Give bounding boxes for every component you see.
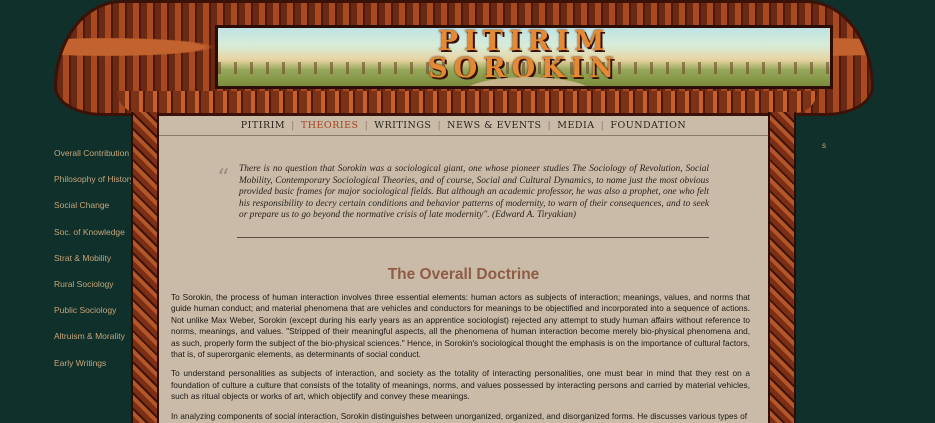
left-sidebar-nav: Overall Contribution Philosophy of Histo… <box>54 140 134 376</box>
site-title[interactable]: PITIRIM SOROKIN <box>218 28 830 82</box>
tab-theories[interactable]: THEORIES <box>295 116 365 136</box>
page-heading: The Overall Doctrine <box>387 266 540 283</box>
right-stray-text: s <box>822 141 826 150</box>
sidebar-item-social-change[interactable]: Social Change <box>54 192 134 218</box>
sidebar-item-philosophy-of-history[interactable]: Philosophy of History <box>54 166 134 192</box>
sidebar-item-altruism-morality[interactable]: Altruism & Morality <box>54 323 134 349</box>
site-title-line1: PITIRIM <box>437 26 611 57</box>
right-carved-pillar <box>768 112 796 423</box>
top-nav: PITIRIM | THEORIES | WRITINGS | NEWS & EVENTS |… <box>159 116 768 136</box>
article-body: To Sorokin, the process of human interac… <box>171 292 750 423</box>
banner-carving <box>117 91 817 113</box>
site-banner: PITIRIM SOROKIN <box>54 0 874 116</box>
tab-foundation[interactable]: FOUNDATION <box>604 116 692 136</box>
paragraph: To Sorokin, the process of human interac… <box>171 292 750 360</box>
left-carved-pillar <box>131 112 159 423</box>
sidebar-item-public-sociology[interactable]: Public Sociology <box>54 297 134 323</box>
sidebar-item-overall-contribution[interactable]: Overall Contribution <box>54 140 134 166</box>
site-title-line2: SOROKIN <box>428 53 620 84</box>
banner-landscape-painting: PITIRIM SOROKIN <box>215 25 833 89</box>
quote-mark-icon: “ <box>217 164 230 192</box>
paragraph: To understand personalities as subjects … <box>171 368 750 402</box>
tab-pitirim[interactable]: PITIRIM <box>235 116 291 136</box>
content-panel: PITIRIM | THEORIES | WRITINGS | NEWS & EVENTS |… <box>159 116 768 423</box>
tab-writings[interactable]: WRITINGS <box>368 116 437 136</box>
epigraph-quote: There is no question that Sorokin was a … <box>239 164 709 221</box>
sidebar-item-strat-mobility[interactable]: Strat & Mobility <box>54 245 134 271</box>
quote-divider <box>237 237 709 238</box>
paragraph: In analyzing components of social intera… <box>171 410 748 421</box>
sidebar-item-soc-of-knowledge[interactable]: Soc. of Knowledge <box>54 219 134 245</box>
sidebar-item-rural-sociology[interactable]: Rural Sociology <box>54 271 134 297</box>
sidebar-item-early-writings[interactable]: Early Writings <box>54 350 134 376</box>
tab-news-events[interactable]: NEWS & EVENTS <box>441 116 547 136</box>
tab-media[interactable]: MEDIA <box>551 116 600 136</box>
